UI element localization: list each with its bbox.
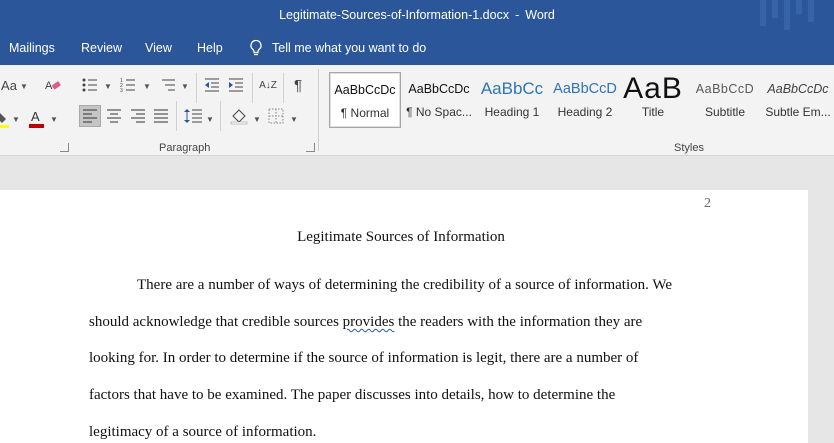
title-decoration <box>808 0 814 22</box>
tab-review[interactable]: Review <box>81 41 122 55</box>
align-left-icon <box>83 109 97 123</box>
svg-text:A: A <box>45 80 53 92</box>
title-decoration <box>796 0 802 14</box>
document-filename: Legitimate-Sources-of-Information-1.docx <box>279 8 510 22</box>
document-title: Legitimate Sources of Information <box>297 229 505 245</box>
paragraph-dialog-launcher[interactable] <box>306 143 315 152</box>
ribbon-separator <box>176 101 177 131</box>
style-subtle-emphasis[interactable]: AaBbCcDc Subtle Em... <box>762 72 834 128</box>
chevron-down-icon[interactable]: ▼ <box>290 115 298 124</box>
chevron-down-icon[interactable]: ▼ <box>253 115 261 124</box>
chevron-down-icon[interactable]: ▼ <box>206 115 214 124</box>
page-number: 2 <box>704 196 711 211</box>
title-decoration <box>760 0 766 26</box>
styles-group-label: Styles <box>674 142 704 154</box>
app-name: Word <box>525 8 555 22</box>
paragraph-line: should acknowledge that credible sources… <box>89 314 642 331</box>
style-no-spacing[interactable]: AaBbCcDc ¶ No Spac... <box>403 72 475 128</box>
chevron-down-icon[interactable]: ▼ <box>20 82 28 91</box>
title-decoration <box>784 0 790 30</box>
chevron-down-icon[interactable]: ▼ <box>12 115 20 124</box>
style-normal[interactable]: AaBbCcDc ¶ Normal <box>329 72 401 128</box>
align-right-icon[interactable] <box>131 109 145 123</box>
paragraph-line: legitimacy of a source of information. <box>89 424 317 440</box>
style-sample: AaBbCcDc <box>334 82 396 97</box>
tell-me-box[interactable]: Tell me what you want to do <box>248 39 426 57</box>
text-run: the readers with the information they ar… <box>398 314 643 330</box>
ribbon-tabs: Mailings Review View Help Tell me what y… <box>0 33 834 65</box>
paragraph-line: factors that have to be examined. The pa… <box>89 387 616 403</box>
style-name: Title <box>641 105 665 119</box>
lightbulb-icon <box>250 39 262 56</box>
pilcrow-label: ¶ <box>293 76 303 94</box>
style-name: Subtle Em... <box>765 105 831 119</box>
ribbon-separator <box>283 73 284 103</box>
style-sample: AaBbCc <box>480 78 544 98</box>
style-sample: AaBbCcD <box>695 81 755 96</box>
borders-icon[interactable] <box>268 108 284 124</box>
text-run: should acknowledge that credible sources <box>89 314 339 330</box>
show-formatting-marks-button[interactable]: ¶ <box>290 75 306 95</box>
style-name: Subtitle <box>704 105 746 119</box>
ribbon-separator <box>252 73 253 103</box>
change-case-button[interactable]: Aa <box>0 75 18 95</box>
font-dialog-launcher[interactable] <box>60 143 69 152</box>
group-divider <box>318 69 319 151</box>
style-subtitle[interactable]: AaBbCcD Subtitle <box>689 72 761 128</box>
window-title: Legitimate-Sources-of-Information-1.docx… <box>0 8 834 22</box>
highlighter-icon[interactable] <box>0 109 10 129</box>
ribbon-separator <box>196 73 197 103</box>
multilevel-list-icon[interactable] <box>160 77 176 93</box>
svg-text:3: 3 <box>120 88 123 93</box>
paragraph-group-label: Paragraph <box>159 142 211 154</box>
tab-mailings[interactable]: Mailings <box>9 41 55 55</box>
numbering-icon[interactable]: 1 2 3 <box>120 77 136 93</box>
bullets-icon[interactable] <box>82 77 98 93</box>
justify-icon[interactable] <box>154 109 168 123</box>
align-left-button[interactable] <box>79 105 101 127</box>
increase-indent-icon[interactable] <box>228 77 244 93</box>
style-sample: AaBbCcD <box>553 80 617 97</box>
title-separator: - <box>515 8 520 22</box>
style-title[interactable]: AaB Title <box>617 72 689 128</box>
change-case-label: Aa <box>1 77 17 93</box>
ribbon-separator <box>220 101 221 131</box>
style-sample: AaB <box>623 72 683 105</box>
chevron-down-icon[interactable]: ▼ <box>143 82 151 91</box>
title-bar: Legitimate-Sources-of-Information-1.docx… <box>0 0 834 33</box>
svg-text:A: A <box>31 109 40 124</box>
vertical-scrollbar[interactable] <box>808 157 834 443</box>
tab-view[interactable]: View <box>145 41 172 55</box>
paragraph-line: looking for. In order to determine if th… <box>89 350 639 366</box>
paragraph-line: There are a number of ways of determinin… <box>137 277 672 293</box>
tab-help[interactable]: Help <box>197 41 223 55</box>
font-color-icon[interactable]: A <box>28 108 46 130</box>
style-sample: AaBbCcDc <box>767 81 829 96</box>
style-heading-2[interactable]: AaBbCcD Heading 2 <box>549 72 621 128</box>
style-heading-1[interactable]: AaBbCc Heading 1 <box>476 72 548 128</box>
shading-icon[interactable] <box>230 107 248 125</box>
ribbon: Aa ▼ A ▼ A ▼ ▼ 1 2 3 ▼ ▼ A↓Z ¶ ▼ ▼ ▼ Par… <box>0 65 834 156</box>
clear-formatting-icon[interactable]: A <box>44 77 62 93</box>
align-center-icon[interactable] <box>107 109 121 123</box>
chevron-down-icon[interactable]: ▼ <box>104 82 112 91</box>
sort-icon[interactable]: A↓Z <box>259 75 277 95</box>
sort-label: A↓Z <box>259 79 277 91</box>
decrease-indent-icon[interactable] <box>204 77 220 93</box>
title-decoration <box>772 0 778 18</box>
tell-me-text: Tell me what you want to do <box>272 41 427 55</box>
grammar-flagged-word[interactable]: provides <box>343 314 395 330</box>
style-name: Heading 2 <box>557 105 613 119</box>
style-name: ¶ No Spac... <box>406 105 472 119</box>
style-sample: AaBbCcDc <box>408 81 470 96</box>
line-spacing-icon[interactable] <box>184 108 202 124</box>
chevron-down-icon[interactable]: ▼ <box>181 82 189 91</box>
style-name: Heading 1 <box>484 105 540 119</box>
style-name: ¶ Normal <box>340 106 390 120</box>
chevron-down-icon[interactable]: ▼ <box>50 115 58 124</box>
